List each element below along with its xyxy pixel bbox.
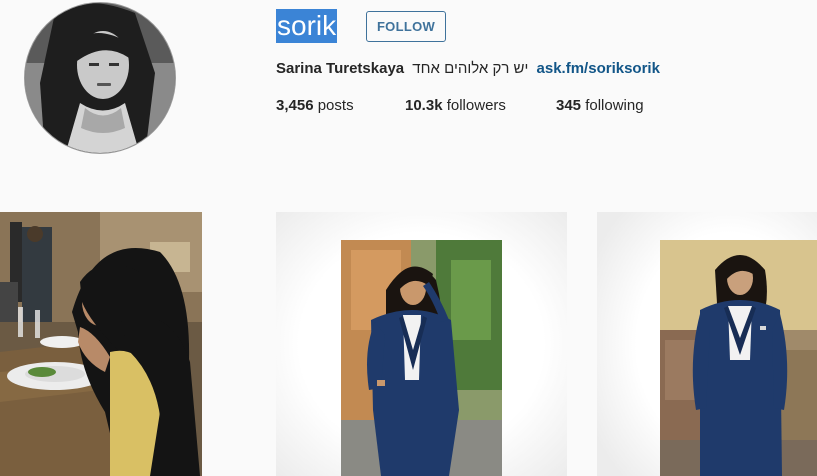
profile-full-name: Sarina Turetskaya: [276, 60, 405, 77]
profile-bio-text: יש רק אלוהים אחד: [412, 60, 529, 77]
profile-bio: Sarina Turetskaya יש רק אלוהים אחד ask.f…: [276, 60, 660, 78]
follow-button[interactable]: FOLLOW: [366, 11, 446, 42]
profile-website-link[interactable]: ask.fm/soriksorik: [537, 60, 660, 77]
following-stat[interactable]: 345 following: [556, 97, 644, 115]
post-thumbnail[interactable]: [276, 212, 567, 476]
posts-stat: 3,456 posts: [276, 97, 354, 115]
profile-username: sorik: [276, 9, 338, 43]
posts-label: posts: [317, 97, 354, 114]
followers-stat[interactable]: 10.3k followers: [405, 97, 506, 115]
followers-count: 10.3k: [405, 97, 443, 114]
following-count: 345: [556, 97, 582, 114]
posts-count: 3,456: [276, 97, 314, 114]
following-label: following: [585, 97, 644, 114]
followers-label: followers: [446, 97, 506, 114]
post-thumbnail[interactable]: [0, 212, 202, 476]
post-thumbnail[interactable]: [597, 212, 817, 476]
profile-avatar: [24, 2, 176, 154]
